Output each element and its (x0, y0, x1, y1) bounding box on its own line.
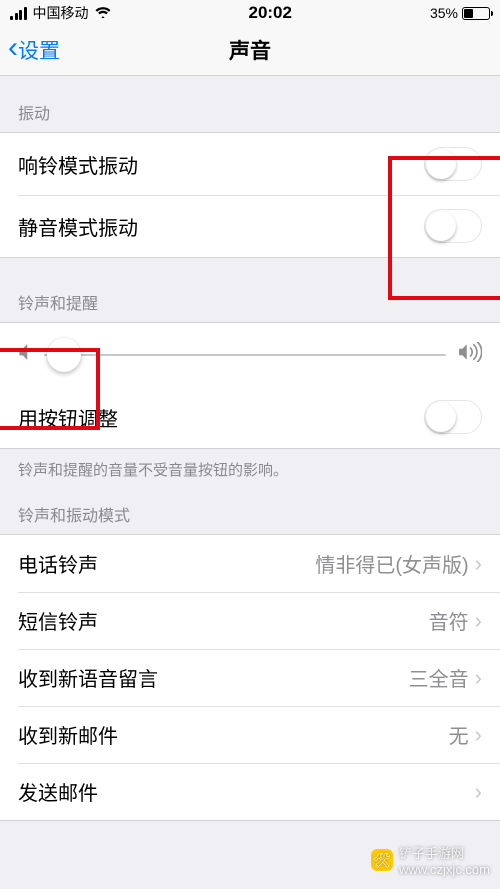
row-label: 静音模式振动 (18, 212, 138, 241)
section-header-ringer: 铃声和提醒 (0, 258, 500, 322)
battery-icon (462, 7, 490, 20)
status-left: 中国移动 (10, 3, 111, 23)
row-label: 电话铃声 (18, 549, 98, 578)
watermark-site: 铲子手游网 (399, 843, 490, 862)
section-header-vibration: 振动 (0, 76, 500, 132)
row-voicemail[interactable]: 收到新语音留言 三全音 › (0, 649, 500, 706)
row-label: 收到新邮件 (18, 720, 118, 749)
row-ring-vibrate: 响铃模式振动 (0, 133, 500, 195)
row-ringtone[interactable]: 电话铃声 情非得已(女声版) › (0, 535, 500, 592)
status-bar: 中国移动 20:02 35% (0, 0, 500, 24)
vibration-group: 响铃模式振动 静音模式振动 (0, 132, 500, 258)
volume-high-icon (458, 342, 482, 367)
row-sent-mail[interactable]: 发送邮件 › (0, 763, 500, 820)
volume-slider[interactable] (44, 354, 446, 356)
status-right: 35% (430, 5, 490, 21)
slider-thumb[interactable] (47, 338, 81, 372)
switch-adjust-buttons[interactable] (424, 400, 482, 434)
chevron-right-icon: › (475, 722, 482, 748)
chevron-right-icon: › (475, 551, 482, 577)
watermark: 🛠 铲子手游网 www.czjxjc.com (371, 843, 490, 877)
chevron-right-icon: › (475, 779, 482, 805)
watermark-url: www.czjxjc.com (399, 862, 490, 877)
switch-silent-vibrate[interactable] (424, 209, 482, 243)
status-time: 20:02 (248, 3, 291, 23)
row-new-mail[interactable]: 收到新邮件 无 › (0, 706, 500, 763)
row-value: 音符 (429, 606, 469, 635)
row-silent-vibrate: 静音模式振动 (0, 195, 500, 257)
carrier-label: 中国移动 (33, 3, 89, 23)
volume-low-icon (18, 343, 32, 366)
signal-icon (10, 7, 27, 20)
row-value: 三全音 (409, 663, 469, 692)
adjust-group: 用按钮调整 (0, 386, 500, 449)
row-adjust-buttons: 用按钮调整 (0, 386, 500, 448)
section-header-patterns: 铃声和振动模式 (0, 488, 500, 534)
row-label: 收到新语音留言 (18, 663, 158, 692)
row-text-tone[interactable]: 短信铃声 音符 › (0, 592, 500, 649)
row-value: 无 (449, 720, 469, 749)
patterns-group: 电话铃声 情非得已(女声版) › 短信铃声 音符 › 收到新语音留言 三全音 ›… (0, 534, 500, 821)
battery-percent: 35% (430, 5, 458, 21)
switch-ring-vibrate[interactable] (424, 147, 482, 181)
row-label: 发送邮件 (18, 777, 98, 806)
row-value: 情非得已(女声版) (315, 549, 468, 578)
row-label: 用按钮调整 (18, 403, 118, 432)
wifi-icon (95, 5, 111, 21)
chevron-right-icon: › (475, 608, 482, 634)
section-footer-ringer: 铃声和提醒的音量不受音量按钮的影响。 (0, 449, 500, 488)
volume-slider-row (0, 322, 500, 386)
row-label: 短信铃声 (18, 606, 98, 635)
row-label: 响铃模式振动 (18, 150, 138, 179)
chevron-left-icon: ‹ (8, 33, 18, 63)
nav-bar: ‹ 设置 声音 (0, 24, 500, 76)
page-title: 声音 (229, 35, 271, 65)
chevron-right-icon: › (475, 665, 482, 691)
back-label: 设置 (18, 35, 60, 65)
watermark-logo-icon: 🛠 (371, 849, 393, 871)
back-button[interactable]: ‹ 设置 (8, 24, 60, 75)
